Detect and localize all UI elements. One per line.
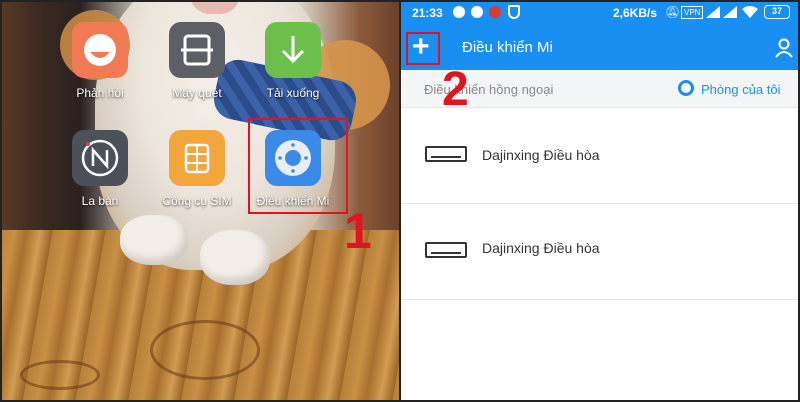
room-icon[interactable] bbox=[678, 80, 694, 96]
device-name: Dajinxing Điều hòa bbox=[482, 240, 600, 256]
step-number-2: 2 bbox=[442, 63, 469, 116]
wifi-icon bbox=[742, 6, 758, 18]
wallpaper-cat-paw bbox=[120, 215, 188, 265]
app-label: Công cụ SIM bbox=[162, 194, 232, 208]
shield-icon bbox=[508, 5, 520, 19]
highlight-box-mi-remote bbox=[248, 118, 348, 214]
app-label: Phản hồi bbox=[76, 86, 124, 100]
device-name: Dajinxing Điều hòa bbox=[482, 147, 600, 163]
alarm-off-icon: 🔕︎ bbox=[665, 5, 681, 19]
device-list-item[interactable]: Dajinxing Điều hòa bbox=[400, 204, 800, 300]
page-title: Điều khiển Mi bbox=[462, 39, 553, 56]
wallpaper-floor-knot bbox=[150, 320, 260, 380]
air-conditioner-icon bbox=[425, 242, 467, 258]
account-icon[interactable] bbox=[774, 38, 794, 58]
status-time: 21:33 bbox=[412, 6, 443, 20]
app-compass[interactable]: La bàn bbox=[50, 130, 150, 208]
notification-icon bbox=[489, 6, 501, 18]
messenger-icon bbox=[471, 6, 483, 18]
device-list-item[interactable]: Dajinxing Điều hòa bbox=[400, 108, 800, 204]
download-icon bbox=[265, 22, 321, 78]
app-label: Máy quét bbox=[172, 86, 222, 100]
my-room-button[interactable]: Phòng của tôi bbox=[701, 82, 781, 97]
app-downloads[interactable]: Tải xuống bbox=[243, 22, 343, 100]
home-screen: Phản hồi Máy quét Tải xuống La bàn Công … bbox=[0, 0, 400, 402]
signal-icon bbox=[723, 6, 737, 18]
battery-indicator: 37 bbox=[764, 5, 790, 19]
app-scanner[interactable]: Máy quét bbox=[147, 22, 247, 100]
app-label: Tải xuống bbox=[266, 86, 320, 100]
highlight-box-add bbox=[406, 32, 440, 65]
app-sim-toolkit[interactable]: Công cụ SIM bbox=[147, 130, 247, 208]
vpn-badge: VPN bbox=[681, 6, 704, 19]
network-speed: 2,6KB/s bbox=[613, 6, 658, 20]
app-feedback[interactable]: Phản hồi bbox=[50, 22, 150, 100]
sim-card-icon bbox=[169, 130, 225, 186]
wallpaper-floor-knot bbox=[20, 360, 100, 390]
feedback-icon bbox=[72, 22, 128, 78]
scanner-icon bbox=[169, 22, 225, 78]
air-conditioner-icon bbox=[425, 146, 467, 162]
panel-divider bbox=[399, 0, 401, 402]
signal-icon bbox=[706, 6, 720, 18]
mi-remote-app: 21:33 2,6KB/s 🔕︎ VPN 37 + Điều khiển Mi … bbox=[400, 0, 800, 402]
step-number-1: 1 bbox=[344, 203, 372, 259]
messenger-icon bbox=[453, 6, 465, 18]
compass-icon bbox=[72, 130, 128, 186]
status-bar: 21:33 2,6KB/s 🔕︎ VPN 37 bbox=[400, 0, 800, 26]
wallpaper-cat-paw bbox=[200, 230, 270, 285]
app-label: La bàn bbox=[81, 194, 119, 208]
